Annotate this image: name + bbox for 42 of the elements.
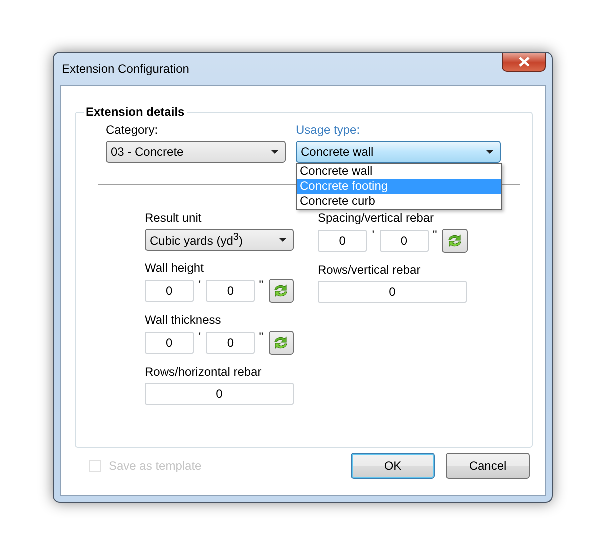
number-input[interactable]: 0 [145,383,294,405]
refresh-icon [273,336,290,350]
category-label: Category: [106,123,160,137]
field-label: Rows/vertical rebar [318,263,422,277]
refresh-button[interactable] [268,279,294,303]
refresh-button[interactable] [442,229,468,253]
inches-input[interactable]: 0 [380,230,429,252]
field-label: Wall thickness [145,313,222,327]
caret-icon [271,150,279,154]
usage-type-label: Usage type: [296,123,362,137]
field-label: Result unit [145,211,203,225]
field-label: Wall height [145,261,205,275]
close-button[interactable] [502,53,546,72]
close-icon [518,57,530,67]
caret-icon [486,150,494,154]
inch-mark: " [432,229,438,241]
feet-mark: ' [371,229,376,241]
feet-input[interactable]: 0 [145,280,194,302]
field-label: Spacing/vertical rebar [318,211,436,225]
dialog-button[interactable]: OK [351,453,435,479]
feet-mark: ' [198,279,202,291]
feet-mark: ' [198,331,202,343]
inch-mark: " [258,279,264,291]
refresh-button[interactable] [268,331,294,355]
dropdown-option[interactable]: Concrete wall [297,164,501,179]
inch-mark: " [258,331,264,343]
group-title: Extension details [85,105,186,119]
refresh-icon [273,284,290,298]
feet-input[interactable]: 0 [145,332,194,354]
field-label: Rows/horizontal rebar [145,365,263,379]
inches-input[interactable]: 0 [206,332,256,354]
number-input[interactable]: 0 [318,281,467,303]
window-title: Extension Configuration [62,62,190,76]
feet-input[interactable]: 0 [318,230,368,252]
dialog-button[interactable]: Cancel [446,453,530,479]
caret-icon [279,238,287,242]
usage-type-dropdown[interactable]: Concrete wall [296,141,501,163]
refresh-icon [447,234,464,248]
category-dropdown[interactable]: 03 - Concrete [106,141,286,163]
unit-dropdown[interactable]: Cubic yards (yd$^{3}$) [145,229,294,251]
inches-input[interactable]: 0 [206,280,256,302]
dropdown-option[interactable]: Concrete curb [297,194,501,209]
